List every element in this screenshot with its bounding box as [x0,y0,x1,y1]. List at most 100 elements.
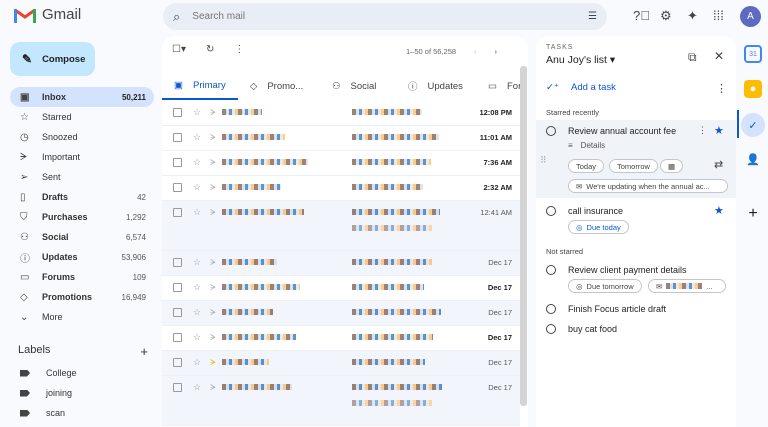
important-icon[interactable]: ᗒ [210,358,216,367]
avatar[interactable]: A [740,6,761,27]
task-complete-checkbox[interactable] [546,304,556,314]
repeat-icon[interactable]: ⇄ [714,158,723,171]
prev-page-icon[interactable]: ‹ [474,47,477,56]
task-complete-checkbox[interactable] [546,126,556,136]
label-item[interactable]: joining [20,388,72,398]
gemini-icon[interactable]: ✦ [687,8,698,24]
star-icon[interactable]: ☆ [193,383,201,392]
close-icon[interactable]: ✕ [714,49,724,63]
task-details[interactable]: ≡ Details [568,141,605,150]
table-row[interactable]: ☆ ᗒ Dec 17 [162,376,520,426]
calendar-chip[interactable]: ▦ [660,159,684,173]
star-icon[interactable]: ☆ [193,358,201,367]
sidebar-item-purchases[interactable]: ⛉ Purchases 1,292 [10,207,154,227]
important-icon[interactable]: ᗒ [210,283,216,292]
chip-tomorrow[interactable]: Tomorrow [609,159,658,173]
star-icon[interactable]: ☆ [193,283,201,292]
row-checkbox[interactable] [173,258,182,267]
important-icon[interactable]: ᗒ [210,383,216,392]
table-row[interactable]: ☆ ᗒ 11:01 AM [162,126,520,151]
add-label-icon[interactable]: + [140,344,148,359]
search-bar[interactable]: ⌕ ☰ [163,3,607,30]
add-task-button[interactable]: ✓⁺ Add a task [546,82,616,93]
sidebar-item-updates[interactable]: ⓘ Updates 53,906 [10,247,154,267]
important-icon[interactable]: ᗒ [210,158,216,167]
task-title[interactable]: buy cat food [568,324,617,334]
task-title[interactable]: Review client payment details [568,265,687,275]
linked-email-chip[interactable]: ✉ We're updating when the annual ac... [568,179,728,193]
table-row[interactable]: ☆ ᗒ 7:36 AM [162,151,520,176]
add-app-icon[interactable]: + [744,205,762,223]
next-page-icon[interactable]: › [495,47,498,56]
sidebar-item-forums[interactable]: ▭ Forums 109 [10,267,154,287]
keep-app-icon[interactable]: ● [744,80,762,98]
important-icon[interactable]: ᗒ [210,208,216,217]
table-row[interactable]: ☆ ᗒ Dec 17 [162,326,520,351]
sidebar-item-more[interactable]: ⌄ More [10,307,154,327]
important-icon[interactable]: ᗒ [210,108,216,117]
row-checkbox[interactable] [173,133,182,142]
star-icon[interactable]: ☆ [193,108,201,117]
scrollbar[interactable] [520,66,527,406]
calendar-app-icon[interactable]: 31 [744,45,762,63]
due-chip[interactable]: ◎ Due today [568,220,629,234]
tab-primary[interactable]: ▣ Primary [162,72,238,100]
task-complete-checkbox[interactable] [546,324,556,334]
star-icon[interactable]: ☆ [193,308,201,317]
gear-icon[interactable]: ⚙ [660,8,672,24]
sidebar-item-important[interactable]: ᗒ Important [10,147,154,167]
row-checkbox[interactable] [173,208,182,217]
star-icon[interactable]: ★ [714,204,724,217]
drag-handle-icon[interactable]: ⠿ [540,155,547,166]
sidebar-item-promotions[interactable]: ◇ Promotions 16,949 [10,287,154,307]
more-options-icon[interactable]: ⋮ [716,82,727,95]
task-complete-checkbox[interactable] [546,206,556,216]
table-row[interactable]: ☆ ᗒ Dec 17 [162,276,520,301]
table-row[interactable]: ☆ ᗒ Dec 17 [162,251,520,276]
tab-social[interactable]: ⚇ Social [320,72,396,100]
sidebar-item-starred[interactable]: ☆ Starred [10,107,154,127]
open-new-window-icon[interactable]: ⧉ [688,50,697,65]
star-icon[interactable]: ☆ [193,258,201,267]
important-icon[interactable]: ᗒ [210,333,216,342]
table-row[interactable]: ☆ ᗒ Dec 17 [162,351,520,376]
search-input[interactable] [192,11,577,22]
compose-button[interactable]: ✎ Compose [10,42,95,76]
sidebar-item-social[interactable]: ⚇ Social 6,574 [10,227,154,247]
row-checkbox[interactable] [173,358,182,367]
star-icon[interactable]: ☆ [193,158,201,167]
star-icon[interactable]: ★ [714,124,724,137]
refresh-icon[interactable]: ↻ [206,44,214,55]
due-chip[interactable]: ◎ Due tomorrow [568,279,642,293]
label-item[interactable]: scan [20,408,65,418]
star-icon[interactable]: ☆ [193,208,201,217]
sidebar-item-snoozed[interactable]: ◷ Snoozed [10,127,154,147]
apps-grid-icon[interactable]: ⁞⁞⁞ [713,8,724,23]
row-checkbox[interactable] [173,183,182,192]
table-row[interactable]: ☆ ᗒ 12:41 AM [162,201,520,251]
tasks-app-icon[interactable]: ✓ [741,113,765,137]
label-item[interactable]: College [20,368,77,378]
gmail-logo[interactable]: Gmail [14,6,81,23]
row-checkbox[interactable] [173,283,182,292]
important-icon[interactable]: ᗒ [210,133,216,142]
important-icon[interactable]: ᗒ [210,308,216,317]
table-row[interactable]: ☆ ᗒ 2:32 AM [162,176,520,201]
important-icon[interactable]: ᗒ [210,183,216,192]
task-complete-checkbox[interactable] [546,265,556,275]
sidebar-item-sent[interactable]: ➢ Sent [10,167,154,187]
row-checkbox[interactable] [173,108,182,117]
sidebar-item-drafts[interactable]: ▯ Drafts 42 [10,187,154,207]
row-checkbox[interactable] [173,333,182,342]
important-icon[interactable]: ᗒ [210,258,216,267]
task-menu-icon[interactable]: ⋮ [698,125,707,136]
row-checkbox[interactable] [173,308,182,317]
task-title[interactable]: Review annual account fee [568,126,676,136]
list-selector[interactable]: Anu Joy's list ▾ [546,54,615,66]
tab-updates[interactable]: ⓘ Updates [396,72,476,100]
filter-options-icon[interactable]: ☰ [588,11,597,22]
sidebar-item-inbox[interactable]: ▣ Inbox 50,211 [10,87,154,107]
star-icon[interactable]: ☆ [193,133,201,142]
table-row[interactable]: ☆ ᗒ Dec 17 [162,301,520,326]
task-title[interactable]: call insurance [568,206,623,216]
